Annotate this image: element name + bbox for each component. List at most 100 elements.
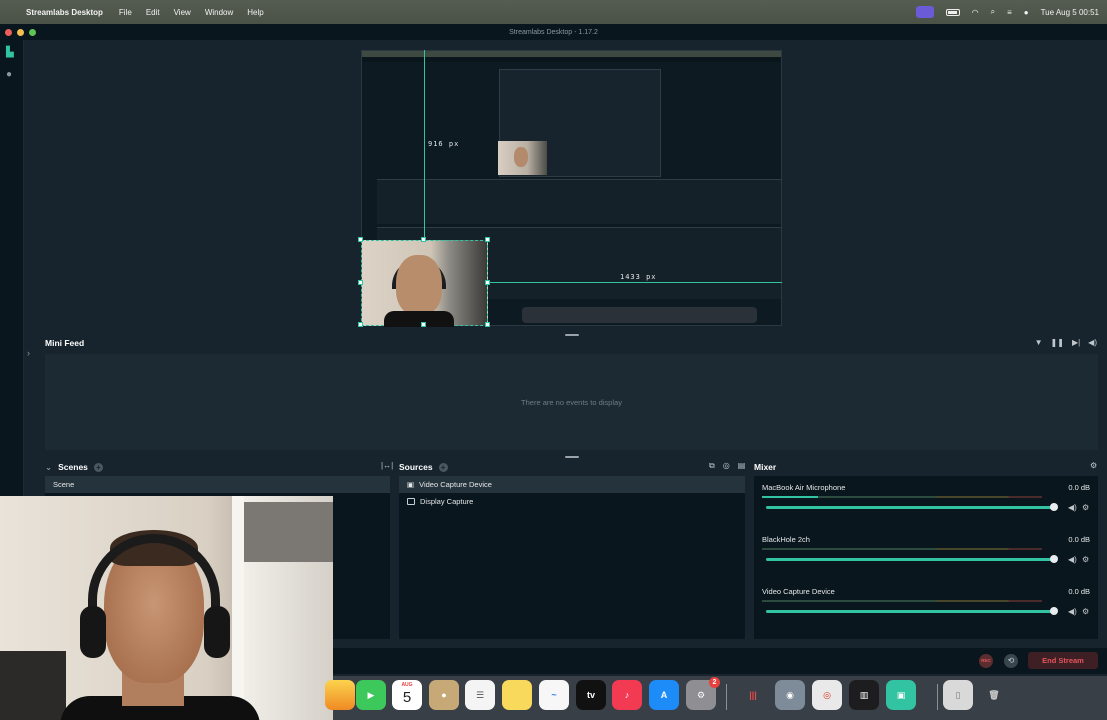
source-item-display-capture[interactable]: Display Capture bbox=[399, 493, 745, 510]
spotlight-search-icon[interactable]: ⌕ bbox=[991, 7, 995, 17]
replay-buffer-icon[interactable]: ⟲ bbox=[1004, 654, 1018, 668]
menu-window[interactable]: Window bbox=[205, 8, 233, 17]
skip-icon[interactable]: ▶| bbox=[1072, 338, 1080, 347]
source-transform-icon[interactable]: ⧉ bbox=[709, 461, 715, 471]
calendar-app-icon[interactable]: AUG 5 bbox=[392, 680, 422, 710]
dock-separator bbox=[726, 684, 727, 710]
editor-icon[interactable]: ▙ bbox=[6, 47, 17, 58]
volume-slider[interactable] bbox=[766, 558, 1056, 561]
calendar-day: 5 bbox=[402, 689, 412, 706]
volume-slider-knob[interactable] bbox=[1050, 555, 1058, 563]
resize-handle-bottom-left[interactable] bbox=[358, 322, 363, 327]
resize-handle-top-left[interactable] bbox=[358, 237, 363, 242]
source-gear-icon[interactable]: ⚙ bbox=[1082, 555, 1089, 564]
app-name-menu[interactable]: Streamlabs Desktop bbox=[26, 8, 103, 17]
add-scene-icon[interactable]: + bbox=[93, 462, 103, 472]
quicktime-app-icon[interactable]: ◉ bbox=[775, 680, 805, 710]
mini-feed-title: Mini Feed bbox=[45, 338, 85, 348]
freeform-app-icon[interactable]: ~ bbox=[539, 680, 569, 710]
source-item-video-capture[interactable]: ▣ Video Capture Device bbox=[399, 476, 745, 493]
add-folder-icon[interactable]: ▤ bbox=[738, 461, 746, 471]
pause-icon[interactable]: ❚❚ bbox=[1051, 338, 1064, 347]
menu-edit[interactable]: Edit bbox=[146, 8, 160, 17]
resize-handle-top-right[interactable] bbox=[485, 237, 490, 242]
mini-feed-empty-message: There are no events to display bbox=[521, 398, 622, 407]
mute-speaker-icon[interactable]: ◀) bbox=[1068, 555, 1077, 564]
resize-handle-right[interactable] bbox=[485, 280, 490, 285]
minimize-window-icon[interactable] bbox=[17, 29, 24, 36]
expand-sidebar-chevron-icon[interactable]: › bbox=[27, 348, 30, 358]
scene-transitions-icon[interactable]: |↔| bbox=[381, 461, 393, 470]
nested-capture-minifeed bbox=[377, 179, 781, 224]
streamlabs-app-icon[interactable]: ▣ bbox=[886, 680, 916, 710]
selected-video-capture-source[interactable] bbox=[361, 240, 488, 327]
resize-handle-bottom[interactable] bbox=[421, 322, 426, 327]
control-center-icon[interactable]: ≡ bbox=[1007, 8, 1012, 17]
menubar-clock[interactable]: Tue Aug 5 00:51 bbox=[1041, 8, 1099, 17]
menu-help[interactable]: Help bbox=[247, 8, 263, 17]
photos-app-icon[interactable] bbox=[325, 680, 355, 710]
volume-slider[interactable] bbox=[766, 506, 1056, 509]
facetime-app-icon[interactable]: ▶ bbox=[356, 680, 386, 710]
source-visibility-icon[interactable]: ◎ bbox=[723, 461, 730, 471]
screen: Streamlabs Desktop File Edit View Window… bbox=[0, 0, 1107, 720]
menu-file[interactable]: File bbox=[119, 8, 132, 17]
minifeed-resize-grip[interactable] bbox=[565, 456, 579, 458]
audio-waveform-app-icon[interactable]: ||| bbox=[738, 680, 768, 710]
volume-slider[interactable] bbox=[766, 610, 1056, 613]
appletv-app-icon[interactable]: tv bbox=[576, 680, 606, 710]
mixer-title: Mixer bbox=[754, 462, 777, 472]
settings-gear-icon[interactable]: ● bbox=[6, 69, 17, 80]
resize-handle-top[interactable] bbox=[421, 237, 426, 242]
resize-handle-bottom-right[interactable] bbox=[485, 322, 490, 327]
mini-feed-panel: There are no events to display bbox=[45, 354, 1098, 450]
add-source-icon[interactable]: + bbox=[438, 462, 448, 472]
mute-speaker-icon[interactable]: ◀) bbox=[1068, 503, 1077, 512]
volume-slider-knob[interactable] bbox=[1050, 607, 1058, 615]
dock-separator bbox=[937, 684, 938, 710]
vertical-guide-line bbox=[424, 50, 425, 240]
resize-handle-left[interactable] bbox=[358, 280, 363, 285]
wifi-icon[interactable]: ◠ bbox=[972, 8, 979, 17]
reminders-app-icon[interactable]: ☰ bbox=[465, 680, 495, 710]
siri-icon[interactable]: ● bbox=[1024, 8, 1029, 17]
volume-slider-knob[interactable] bbox=[1050, 503, 1058, 511]
volume-icon[interactable]: ◀) bbox=[1088, 338, 1097, 347]
scene-item-label: Scene bbox=[53, 480, 75, 489]
document-icon[interactable]: ▯ bbox=[943, 680, 973, 710]
notification-badge: 2 bbox=[709, 677, 720, 688]
sources-header-controls: ⧉ ◎ ▤ bbox=[709, 461, 745, 471]
appletv-label: tv bbox=[586, 690, 595, 700]
collapse-chevron-icon[interactable]: ⌄ bbox=[45, 462, 52, 473]
contacts-app-icon[interactable]: ● bbox=[429, 680, 459, 710]
window-titlebar: Streamlabs Desktop - 1.17.2 bbox=[0, 24, 1107, 40]
source-gear-icon[interactable]: ⚙ bbox=[1082, 503, 1089, 512]
audio-level-meter bbox=[762, 496, 1042, 498]
system-settings-app-icon[interactable]: ⚙ 2 bbox=[686, 677, 720, 710]
mixer-db-value: 0.0 dB bbox=[1068, 483, 1090, 492]
app-store-icon[interactable]: A bbox=[649, 680, 679, 710]
music-app-icon[interactable]: ♪ bbox=[612, 680, 642, 710]
filter-icon[interactable]: ▼ bbox=[1035, 338, 1043, 347]
battery-icon[interactable] bbox=[945, 8, 960, 16]
preview-resize-grip[interactable] bbox=[565, 334, 579, 336]
mute-speaker-icon[interactable]: ◀) bbox=[1068, 607, 1077, 616]
height-distance-label: 916 px bbox=[428, 140, 460, 148]
record-button[interactable]: REC bbox=[979, 654, 993, 668]
chrome-app-icon[interactable]: ◎ bbox=[812, 680, 842, 710]
camera-icon: ▣ bbox=[407, 480, 415, 489]
screen-mirroring-icon[interactable] bbox=[915, 6, 934, 18]
piano-app-icon[interactable]: ▥ bbox=[849, 680, 879, 710]
zoom-window-icon[interactable] bbox=[29, 29, 36, 36]
source-gear-icon[interactable]: ⚙ bbox=[1082, 607, 1089, 616]
end-stream-button[interactable]: End Stream bbox=[1028, 652, 1098, 669]
menu-view[interactable]: View bbox=[174, 8, 191, 17]
trash-icon[interactable]: 🗑 bbox=[979, 680, 1009, 710]
scene-item[interactable]: Scene bbox=[45, 476, 390, 493]
width-distance-label: 1433 px bbox=[620, 273, 657, 281]
window-controls bbox=[5, 29, 36, 36]
notes-app-icon[interactable] bbox=[502, 680, 532, 710]
mini-feed-controls: ▼ ❚❚ ▶| ◀) bbox=[1035, 338, 1097, 347]
mixer-settings-gear-icon[interactable]: ⚙ bbox=[1090, 461, 1097, 470]
close-window-icon[interactable] bbox=[5, 29, 12, 36]
